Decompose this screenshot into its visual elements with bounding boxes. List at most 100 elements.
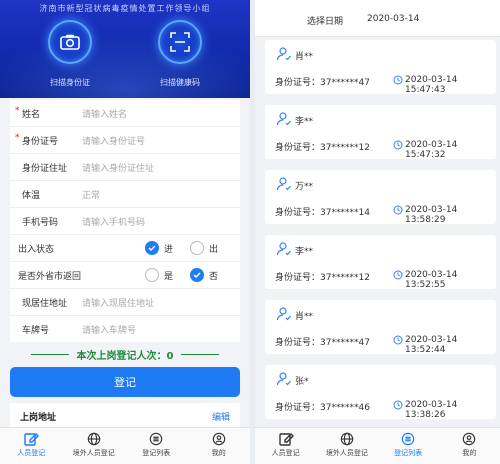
tab-label: 登记列表 [142, 449, 171, 457]
tab-registration[interactable]: 人员登记 [255, 428, 316, 464]
record-name: 肖** [295, 52, 314, 62]
field-label: 姓名 [22, 109, 41, 120]
divider [181, 353, 220, 355]
registration-list-screen: 选择日期 2020-03-14 肖** 身份证号：37******47 2020-0… [255, 0, 500, 464]
date-label: 选择日期 [307, 17, 344, 27]
field-label: 出入状态 [18, 244, 55, 255]
field-label: 身份证住址 [22, 163, 68, 174]
tab-label: 我的 [462, 449, 477, 457]
record-card[interactable]: 张* 身份证号：37******46 2020-03-14 13:38:26 [265, 365, 496, 420]
name-input[interactable]: 请输入姓名 [82, 107, 127, 120]
globe-icon [340, 432, 354, 446]
radio-empty-icon [190, 241, 204, 255]
record-name: 肖** [295, 312, 314, 322]
id-number-field[interactable]: * 身份证号 请输入身份证号 [10, 127, 240, 154]
edit-link[interactable]: 编辑 [212, 410, 230, 423]
record-id: 身份证号：37******12 [275, 273, 370, 283]
radio-no[interactable]: 否 [190, 268, 218, 282]
scan-health-code-button[interactable]: 扫描健康码 [145, 20, 215, 88]
required-mark: * [15, 106, 20, 116]
record-card[interactable]: 李** 身份证号：37******12 2020-03-14 15:47:32 [265, 105, 496, 160]
record-name: 李** [295, 117, 314, 127]
name-field[interactable]: * 姓名 请输入姓名 [10, 100, 240, 127]
registration-count: 本次上岗登记人次：0 [10, 345, 240, 363]
date-value[interactable]: 2020-03-14 [367, 14, 419, 24]
id-address-field[interactable]: 身份证住址 请输入身份证住址 [10, 154, 240, 181]
user-icon [212, 432, 226, 446]
tab-label: 人员登记 [17, 449, 46, 457]
id-number-input[interactable]: 请输入身份证号 [82, 134, 145, 147]
field-label: 现居住地址 [22, 298, 68, 309]
edit-icon [278, 433, 294, 446]
current-address-field[interactable]: 现居住地址 请输入现居住地址 [10, 289, 240, 316]
record-card[interactable]: 万** 身份证号：37******14 2020-03-14 13:58:29 [265, 170, 496, 225]
clock-icon [393, 270, 403, 280]
required-mark: * [15, 133, 20, 143]
tab-mine[interactable]: 我的 [439, 428, 500, 464]
tab-overseas-registration[interactable]: 境外人员登记 [316, 428, 377, 464]
tab-registration[interactable]: 人员登记 [0, 428, 63, 464]
post-address-label: 上岗地址 [20, 413, 57, 423]
radio-label: 出 [209, 244, 219, 255]
count-text: 本次上岗登记人次：0 [76, 350, 174, 362]
user-icon [276, 242, 291, 256]
id-address-input[interactable]: 请输入身份证住址 [82, 161, 154, 174]
record-card[interactable]: 李** 身份证号：37******12 2020-03-14 13:52:55 [265, 235, 496, 290]
register-button[interactable]: 登记 [10, 367, 240, 397]
record-id: 身份证号：37******14 [275, 208, 370, 218]
radio-yes[interactable]: 是 [145, 268, 173, 282]
field-label: 车牌号 [22, 325, 50, 336]
field-label: 手机号码 [22, 217, 59, 228]
list-icon [149, 432, 163, 446]
radio-out[interactable]: 出 [190, 241, 218, 255]
scan-id-label: 扫描身份证 [50, 78, 90, 87]
record-id: 身份证号：37******12 [275, 143, 370, 153]
record-time: 2020-03-14 15:47:32 [405, 140, 458, 160]
record-card[interactable]: 肖** 身份证号：37******47 2020-03-14 13:52:44 [265, 300, 496, 355]
returned-field: 是否外省市返回 是 否 [10, 262, 240, 289]
temperature-input[interactable]: 正常 [82, 188, 100, 201]
scan-id-card-button[interactable]: 扫描身份证 [35, 20, 105, 88]
scan-frame-icon [158, 20, 202, 64]
record-card[interactable]: 肖** 身份证号：37******47 2020-03-14 15:47:43 [265, 40, 496, 95]
plate-number-field[interactable]: 车牌号 请输入车牌号 [10, 316, 240, 342]
user-icon [276, 112, 291, 126]
header-title: 济南市新型冠状病毒疫情处置工作领导小组 [39, 4, 211, 13]
clock-icon [393, 75, 403, 85]
tab-label: 境外人员登记 [325, 449, 368, 457]
record-time: 2020-03-14 15:47:43 [405, 75, 458, 95]
tab-label: 境外人员登记 [72, 449, 115, 457]
radio-label: 否 [209, 271, 219, 282]
radio-in[interactable]: 进 [145, 241, 173, 255]
plate-number-input[interactable]: 请输入车牌号 [82, 323, 136, 336]
date-selector[interactable]: 选择日期 2020-03-14 [255, 0, 500, 37]
record-name: 张* [295, 377, 309, 387]
tab-label: 登记列表 [394, 449, 423, 457]
inout-status-field: 出入状态 进 出 [10, 235, 240, 262]
radio-label: 进 [164, 244, 174, 255]
scan-health-label: 扫描健康码 [160, 78, 200, 87]
user-icon [276, 372, 291, 386]
bottom-tab-bar: 人员登记 境外人员登记 登记列表 我的 [255, 427, 500, 464]
post-address-section: 上岗地址 编辑 [10, 403, 240, 427]
record-time: 2020-03-14 13:38:26 [405, 400, 458, 420]
edit-icon [24, 433, 40, 446]
header-banner: 济南市新型冠状病毒疫情处置工作领导小组 扫描身份证 扫描健康码 [0, 0, 250, 98]
check-icon [145, 241, 159, 255]
field-label: 是否外省市返回 [18, 271, 82, 282]
user-icon [276, 177, 291, 191]
record-id: 身份证号：37******47 [275, 78, 370, 88]
user-icon [463, 432, 476, 446]
tab-overseas-registration[interactable]: 境外人员登记 [63, 428, 126, 464]
record-name: 李** [295, 247, 314, 257]
field-label: 体温 [22, 190, 41, 201]
phone-field[interactable]: 手机号码 请输入手机号码 [10, 208, 240, 235]
temperature-field[interactable]: 体温 正常 [10, 181, 240, 208]
phone-input[interactable]: 请输入手机号码 [82, 215, 145, 228]
tab-registration-list[interactable]: 登记列表 [125, 428, 188, 464]
registration-form: * 姓名 请输入姓名 * 身份证号 请输入身份证号 身份证住址 请输入身份证住址… [10, 100, 240, 342]
tab-registration-list[interactable]: 登记列表 [378, 428, 439, 464]
tab-mine[interactable]: 我的 [188, 428, 251, 464]
record-id: 身份证号：37******46 [275, 403, 370, 413]
current-address-input[interactable]: 请输入现居住地址 [82, 296, 154, 309]
